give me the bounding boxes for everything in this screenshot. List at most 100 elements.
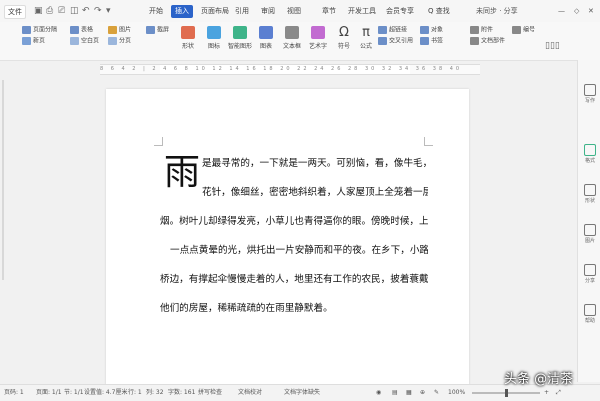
new-page-icon [22,37,31,45]
save-icon[interactable]: ▣ [34,6,43,16]
sidebar-item-help[interactable]: 帮助 [580,304,600,324]
outline-view-icon[interactable]: ✎ [434,385,439,401]
ribbon-big-tool[interactable]: 智能图形 [228,26,252,50]
status-column[interactable]: 列: 32 [146,385,164,401]
title-bar: 文件 ▣ ⎙ ⎚ ◫ ↶ ↷ ▾ 开始 插入 页面布局 引用 审阅 视图 章节 … [0,0,600,22]
word-art-icon [311,26,325,39]
sidebar-item-write[interactable]: 写作 [580,84,600,104]
image-icon [584,224,596,236]
ribbon-big-tool[interactable]: 艺术字 [306,26,330,50]
zoom-slider[interactable] [472,389,540,397]
ribbon-tool[interactable]: 图片 [108,26,131,35]
ribbon-big-tool[interactable]: Ω 符号 [332,26,356,50]
ribbon-big-tool[interactable]: 图表 [254,26,278,50]
sidebar-item-shape[interactable]: 形状 [580,184,600,204]
ribbon-tool[interactable]: 截屏 [146,26,169,35]
section-break-icon [108,37,117,45]
ribbon-big-tool[interactable]: 形状 [176,26,200,50]
ribbon-tool[interactable]: 分页 [108,37,131,46]
undo-icon[interactable]: ↶ [82,6,90,16]
status-word-count[interactable]: 字数: 161 [168,385,195,401]
web-view-icon[interactable]: ⊕ [420,385,425,401]
picture-icon [108,26,117,34]
view-mode-icon[interactable]: ▤ [392,385,398,401]
pi-icon: π [362,25,370,40]
sidebar-item-share[interactable]: 分享 [580,264,600,284]
fullscreen-icon[interactable]: ⤢ [556,385,561,401]
proofread-button[interactable]: 文档校对 [238,385,262,401]
status-pages[interactable]: 页面: 1/1 [36,385,62,401]
tab-review[interactable]: 审阅 [257,5,279,18]
vertical-ruler [2,80,4,280]
zoom-level[interactable]: 100% [448,385,465,401]
redo-icon[interactable]: ↷ [94,6,102,16]
zoom-slider-knob[interactable] [505,389,508,397]
tab-references[interactable]: 引用 [231,5,253,18]
close-icon[interactable]: ✕ [588,5,594,18]
eye-icon[interactable]: ◉ [376,385,381,401]
tab-view[interactable]: 视图 [283,5,305,18]
spell-check-toggle[interactable]: 拼写检查 [198,385,222,401]
text-line: 桥边，有撑起伞慢慢走着的人，地里还有工作的农民，披着蓑戴着笠。 [160,274,428,285]
shape-icon [584,184,596,196]
tab-developer[interactable]: 开发工具 [344,5,380,18]
sidebar-item-format[interactable]: 格式 [580,144,600,164]
ribbon-big-tool[interactable]: π 公式 [354,26,378,50]
tab-member[interactable]: 会员专享 [382,5,418,18]
ribbon-tool[interactable]: 书签 [420,37,443,46]
status-row[interactable]: 行: 1 [128,385,142,401]
shapes-icon [181,26,195,39]
sync-share-status[interactable]: 未同步 · 分享 [476,5,518,18]
text-line: 烟。树叶儿却绿得发亮，小草儿也青得逼你的眼。傍晚时候，上灯了， [160,216,428,227]
help-icon [584,304,596,316]
ribbon-tool[interactable]: 编号 [512,26,535,35]
share-icon [584,264,596,276]
text-line: 一点点黄晕的光，烘托出一片安静而和平的夜。在乡下，小路上，石 [170,245,428,256]
document-body[interactable]: 是最寻常的，一下就是一两天。可别恼，看，像牛毛，像 花针，像细丝，密密地斜织着，… [160,149,428,323]
preview-icon[interactable]: ◫ [70,6,79,16]
tab-chapter[interactable]: 章节 [318,5,340,18]
text-line: 是最寻常的，一下就是一两天。可别恼，看，像牛毛，像 [202,158,428,169]
ribbon-tool[interactable]: 表格 [70,26,93,35]
ribbon-tool[interactable]: 对象 [420,26,443,35]
layout-toggle-icon[interactable]: ▯▯▯ [545,42,560,51]
expand-icon[interactable]: ◇ [574,5,579,18]
document-page[interactable]: 雨 是最寻常的，一下就是一两天。可别恼，看，像牛毛，像 花针，像细丝，密密地斜织… [106,89,469,385]
missing-font-warning[interactable]: 文档字体缺失 [284,385,320,401]
tab-insert[interactable]: 插入 [171,5,193,18]
minimize-icon[interactable]: — [558,5,565,18]
search-box[interactable]: Q 查找 [424,5,454,18]
status-section[interactable]: 节: 1/1 [64,385,84,401]
textbox-icon [285,26,299,39]
ruler-ticks: 8 6 4 2 | 2 4 6 8 10 12 14 16 18 20 22 2… [100,66,463,72]
icons-icon [207,26,221,39]
zoom-in-icon[interactable]: + [544,385,549,401]
export-icon[interactable]: ⎙ [46,6,53,16]
ribbon-tool[interactable]: 新页 [22,37,45,46]
print-icon[interactable]: ⎚ [58,6,65,16]
ribbon-big-tool[interactable]: 图标 [202,26,226,50]
ribbon-big-tool[interactable]: 文本框 [280,26,304,50]
text-line: 花针，像细丝，密密地斜织着，人家屋顶上全笼着一层薄 [202,187,428,198]
ribbon-tool[interactable]: 空白页 [70,37,99,46]
horizontal-ruler[interactable]: 8 6 4 2 | 2 4 6 8 10 12 14 16 18 20 22 2… [100,64,480,75]
format-icon [584,144,596,156]
tab-home[interactable]: 开始 [145,5,167,18]
dropdown-icon[interactable]: ▾ [106,6,111,16]
status-page[interactable]: 页码: 1 [4,385,24,401]
ribbon-tool[interactable]: 交叉引用 [378,37,413,46]
bookmark-icon [420,37,429,45]
ribbon-tool[interactable]: 文档部件 [470,37,505,46]
hyperlink-icon [378,26,387,34]
app-menu-button[interactable]: 文件 [4,5,26,19]
status-setting[interactable]: 设置值: 4.7厘米 [84,385,127,401]
ribbon-tool[interactable]: 页面分隔 [22,26,57,35]
ribbon-tool[interactable]: 超链接 [378,26,407,35]
table-icon [70,26,79,34]
margin-corner-mark [154,137,163,146]
cross-ref-icon [378,37,387,45]
ribbon-tool[interactable]: 附件 [470,26,493,35]
tab-page-layout[interactable]: 页面布局 [197,5,233,18]
sidebar-item-picture[interactable]: 图片 [580,224,600,244]
page-view-icon[interactable]: ▦ [406,385,412,401]
